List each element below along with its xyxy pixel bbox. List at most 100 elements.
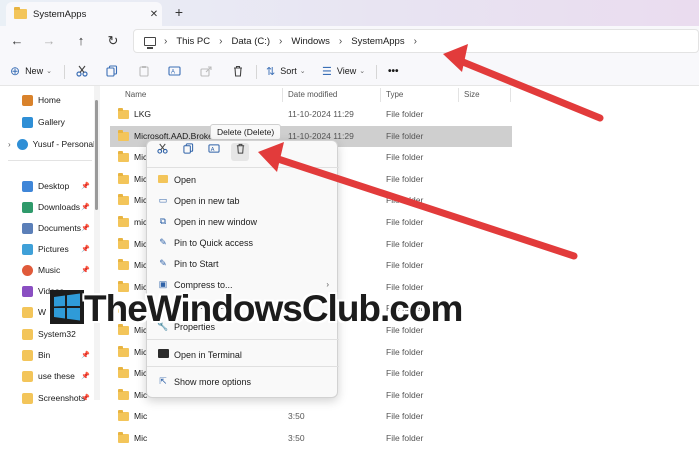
sidebar-item-label: Gallery bbox=[38, 117, 65, 127]
tab-systemapps[interactable]: SystemApps ✕ bbox=[6, 2, 162, 26]
sidebar-item-label: Desktop bbox=[38, 181, 70, 191]
sidebar-item-desktop[interactable]: Desktop 📌 bbox=[0, 176, 100, 196]
sidebar-item-screenshots[interactable]: Screenshots 📌 bbox=[0, 388, 100, 408]
file-type: File folder bbox=[386, 195, 424, 206]
sort-button[interactable]: ⇅ Sort ⌄ bbox=[266, 63, 306, 79]
pin-icon: 📌 bbox=[81, 352, 90, 359]
column-header-name[interactable]: Name bbox=[125, 90, 146, 99]
forward-button[interactable]: → bbox=[40, 32, 58, 50]
file-type: File folder bbox=[386, 217, 424, 227]
scissors-icon bbox=[76, 65, 88, 77]
breadcrumb-chevron-icon[interactable]: › bbox=[164, 36, 167, 47]
sidebar-item-label: Downloads bbox=[38, 202, 81, 212]
breadcrumb-this-pc[interactable]: This PC bbox=[176, 36, 210, 47]
back-button[interactable]: ← bbox=[8, 32, 26, 50]
sidebar-item-label: Home bbox=[38, 95, 61, 105]
folder-icon bbox=[118, 172, 129, 184]
copy-icon bbox=[106, 65, 118, 77]
pin-icon: 📌 bbox=[81, 373, 90, 380]
sidebar-item-onedrive[interactable]: › Yusuf - Personal bbox=[0, 134, 100, 154]
desktop-icon bbox=[22, 180, 33, 192]
sidebar-item-label: Bin bbox=[38, 350, 51, 360]
sidebar-item-documents[interactable]: Documents 📌 bbox=[0, 218, 100, 238]
command-bar: ⊕ New ⌄ A ⇅ Sort ⌄ ☰ View ⌄ ••• bbox=[0, 56, 699, 86]
share-button[interactable] bbox=[200, 63, 212, 79]
delete-icon[interactable] bbox=[231, 143, 249, 161]
file-type: File folder bbox=[386, 411, 424, 422]
sidebar-item-home[interactable]: Home bbox=[0, 90, 100, 110]
menu-item-open-in-terminal[interactable]: Open in Terminal bbox=[147, 344, 339, 365]
file-date-modified: 3:50 bbox=[288, 433, 305, 443]
breadcrumb-windows[interactable]: Windows bbox=[291, 36, 330, 47]
tab-title: SystemApps bbox=[33, 8, 87, 20]
cut-icon[interactable] bbox=[153, 143, 171, 161]
breadcrumb-chevron-icon[interactable]: › bbox=[219, 36, 222, 47]
column-header-size[interactable]: Size bbox=[464, 90, 480, 99]
delete-tooltip: Delete (Delete) bbox=[210, 124, 282, 140]
rename-icon[interactable]: A bbox=[205, 143, 223, 161]
rename-icon: A bbox=[168, 66, 181, 76]
folder-icon bbox=[22, 392, 33, 404]
file-name: Mic bbox=[134, 411, 148, 422]
delete-button[interactable] bbox=[232, 63, 244, 79]
breadcrumb-chevron-icon[interactable]: › bbox=[414, 36, 417, 47]
context-menu-quick-actions: A bbox=[147, 141, 339, 163]
breadcrumb-chevron-icon[interactable]: › bbox=[339, 36, 342, 47]
sidebar-item-gallery[interactable]: Gallery bbox=[0, 112, 100, 132]
sidebar-item-downloads[interactable]: Downloads 📌 bbox=[0, 197, 100, 217]
close-tab-icon[interactable]: ✕ bbox=[146, 9, 162, 20]
menu-item-show-more-options[interactable]: ⇱ Show more options bbox=[147, 371, 339, 392]
view-button[interactable]: ☰ View ⌄ bbox=[322, 63, 365, 79]
new-window-icon: ⧉ bbox=[159, 216, 167, 226]
refresh-button[interactable]: ↻ bbox=[104, 32, 122, 50]
sidebar-item-label: Music bbox=[38, 265, 61, 275]
copy-button[interactable] bbox=[106, 63, 118, 79]
up-button[interactable]: ↑ bbox=[72, 32, 90, 50]
new-button[interactable]: ⊕ New ⌄ bbox=[10, 63, 52, 79]
expand-chevron-icon[interactable]: › bbox=[8, 140, 11, 149]
watermark: TheWindowsClub.com bbox=[40, 284, 520, 332]
cut-button[interactable] bbox=[76, 63, 88, 79]
file-row[interactable]: Mic 3:50 File folder bbox=[110, 406, 512, 427]
more-options-button[interactable]: ••• bbox=[388, 63, 399, 79]
chevron-down-icon: ⌄ bbox=[299, 68, 306, 75]
rename-button[interactable]: A bbox=[168, 63, 181, 79]
pin-icon: 📌 bbox=[81, 225, 90, 232]
pin-icon: 📌 bbox=[81, 183, 90, 190]
file-row[interactable]: LKG 11-10-2024 11:29 File folder bbox=[110, 104, 512, 125]
file-type: File folder bbox=[386, 152, 424, 163]
folder-icon bbox=[118, 388, 129, 400]
sidebar-item-use-these[interactable]: use these 📌 bbox=[0, 366, 100, 386]
new-tab-button[interactable]: + bbox=[170, 4, 188, 22]
context-menu: A Open ▭ Open in new tab ⧉ Open in new w… bbox=[146, 140, 339, 398]
breadcrumb-chevron-icon[interactable]: › bbox=[279, 36, 282, 47]
paste-button[interactable] bbox=[138, 63, 150, 79]
sidebar-item-music[interactable]: Music 📌 bbox=[0, 260, 100, 280]
navigation-pane: Home Gallery › Yusuf - Personal Desktop … bbox=[0, 86, 100, 404]
folder-icon bbox=[22, 328, 33, 340]
menu-item-pin-to-start[interactable]: ✎ Pin to Start bbox=[147, 253, 339, 274]
menu-item-open-in-new-window[interactable]: ⧉ Open in new window bbox=[147, 211, 339, 232]
menu-item-open-in-new-tab[interactable]: ▭ Open in new tab bbox=[147, 190, 339, 211]
file-date-modified: 11-10-2024 11:29 bbox=[288, 109, 354, 119]
sidebar-item-label: use these bbox=[38, 371, 75, 381]
sidebar-scrollbar-thumb[interactable] bbox=[95, 100, 98, 210]
menu-item-open[interactable]: Open bbox=[147, 169, 339, 190]
column-header-date-modified[interactable]: Date modified bbox=[288, 90, 337, 99]
breadcrumb-systemapps[interactable]: SystemApps bbox=[351, 36, 404, 47]
chevron-down-icon: ⌄ bbox=[359, 68, 366, 75]
sidebar-item-pictures[interactable]: Pictures 📌 bbox=[0, 239, 100, 259]
menu-item-pin-to-quick-access[interactable]: ✎ Pin to Quick access bbox=[147, 232, 339, 253]
sidebar-item-label: Screenshots bbox=[38, 393, 86, 403]
file-type: File folder bbox=[386, 173, 424, 184]
copy-icon[interactable] bbox=[179, 143, 197, 161]
sidebar-item-bin[interactable]: Bin 📌 bbox=[0, 345, 100, 365]
column-headers: Name Date modified Type Size bbox=[110, 86, 699, 104]
pin-icon: ✎ bbox=[159, 237, 167, 247]
file-row[interactable]: Mic 3:50 File folder bbox=[110, 428, 512, 449]
address-bar[interactable]: › This PC › Data (C:) › Windows › System… bbox=[133, 29, 699, 53]
breadcrumb-data-c[interactable]: Data (C:) bbox=[231, 36, 270, 47]
sidebar-item-label: Documents bbox=[38, 223, 81, 233]
column-header-type[interactable]: Type bbox=[386, 90, 403, 99]
file-type: File folder bbox=[386, 346, 424, 357]
